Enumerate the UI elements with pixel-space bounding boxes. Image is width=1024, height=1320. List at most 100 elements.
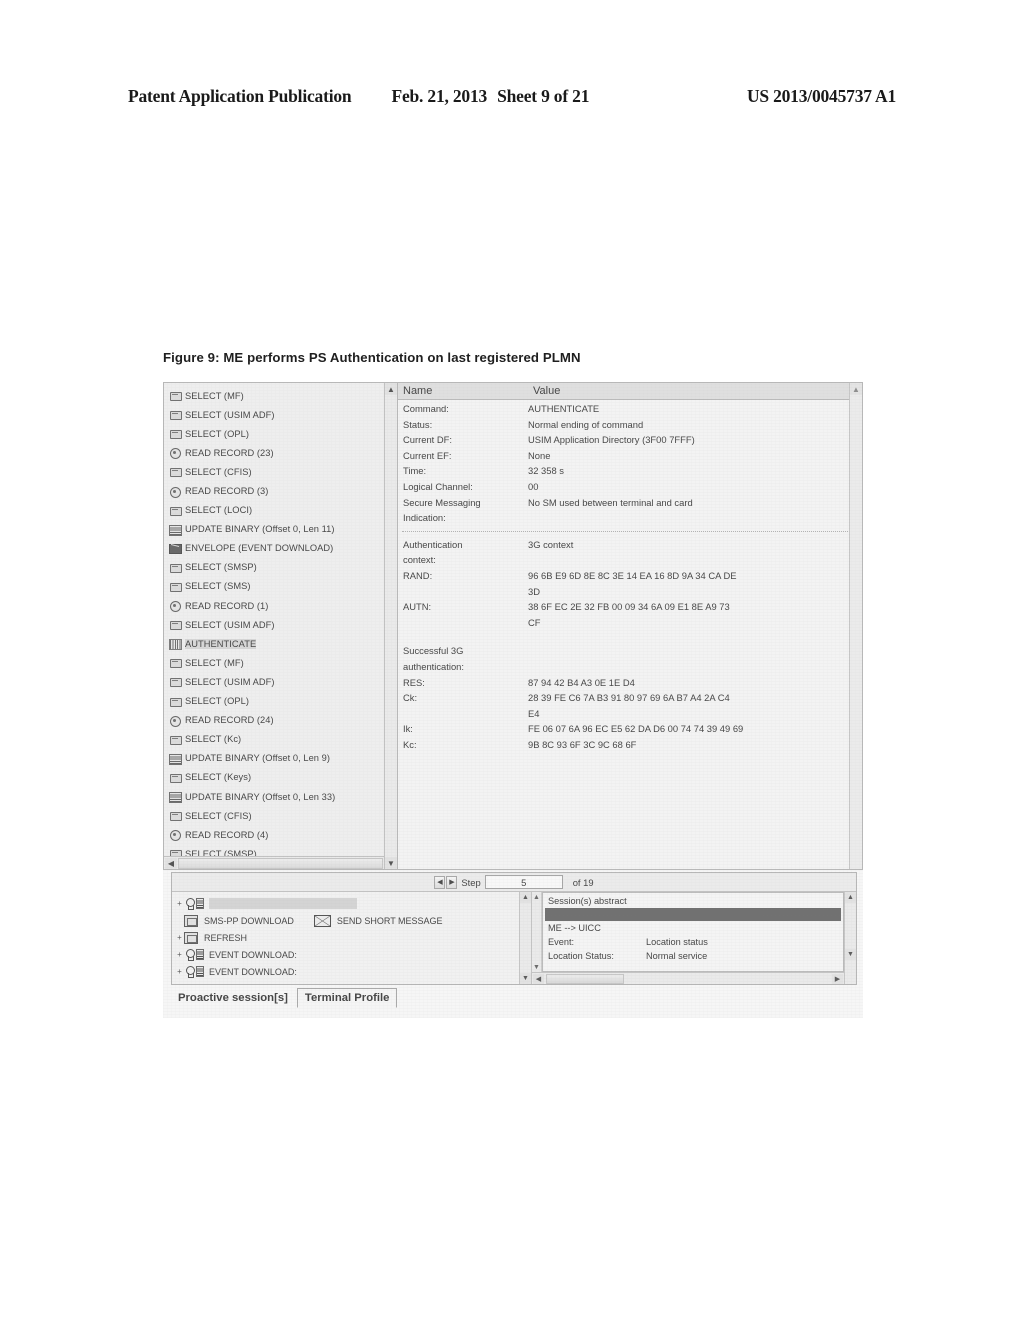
scroll-up-icon[interactable]: ▲ [385, 383, 397, 395]
detail-row-value: 9B 8C 93 6F 3C 9C 68 6F [528, 738, 637, 750]
apdu-list-item[interactable]: SELECT (USIM ADF) [166, 615, 397, 634]
select-icon [169, 581, 182, 592]
apdu-list-item-label: SELECT (CFIS) [185, 466, 252, 477]
tree-expander-icon[interactable]: + [175, 933, 184, 942]
session-scroll-right-icon[interactable]: ▶ [832, 973, 843, 984]
apdu-list-item[interactable]: SELECT (CFIS) [166, 806, 397, 825]
proactive-list-item[interactable]: + [175, 895, 531, 912]
detail-gap [398, 630, 862, 643]
session-row[interactable]: Event: Location status [543, 935, 843, 949]
detail-row[interactable]: Command: AUTHENTICATE [398, 401, 862, 417]
detail-row[interactable]: Status: Normal ending of command [398, 417, 862, 433]
apdu-list-item[interactable]: UPDATE BINARY (Offset 0, Len 11) [166, 520, 397, 539]
update-binary-icon [169, 753, 182, 765]
proactive-scroll-down-icon[interactable]: ▼ [520, 973, 531, 984]
proactive-scroll-up-icon[interactable]: ▲ [520, 892, 531, 903]
detail-row[interactable]: Logical Channel: 00 [398, 479, 862, 495]
proactive-vertical-scrollbar[interactable]: ▲ ▼ [519, 892, 531, 984]
session-left-scroll-edge[interactable]: ▲ ▼ [532, 892, 542, 984]
step-navigation-bar: ◀ ▶ Step 5 of 19 [172, 873, 856, 892]
apdu-list-item[interactable]: SELECT (LOCI) [166, 501, 397, 520]
apdu-list-item[interactable]: SELECT (MF) [166, 386, 397, 405]
step-input[interactable]: 5 [484, 875, 563, 889]
detail-row-name: RAND: [403, 569, 433, 581]
tab-terminal-profile[interactable]: Terminal Profile [296, 988, 398, 1008]
apdu-list-item[interactable]: READ RECORD (1) [166, 596, 397, 615]
detail-row-name: Status: [403, 418, 433, 430]
bottom-tab-strip[interactable]: Proactive session[s] Terminal Profile [171, 988, 399, 1008]
detail-row[interactable]: Ik: FE 06 07 6A 96 EC E5 62 DA D6 00 74 7… [398, 721, 862, 737]
tree-horizontal-scrollbar[interactable]: ◀ ▶ [164, 856, 397, 869]
detail-row[interactable]: AUTN: 38 6F EC 2E 32 FB 00 09 34 6A 09 E1… [398, 599, 862, 630]
scroll-left-icon[interactable]: ◀ [165, 857, 177, 869]
apdu-list-item[interactable]: SELECT (OPL) [166, 692, 397, 711]
proactive-list-item[interactable]: + EVENT DOWNLOAD: [175, 963, 531, 980]
proactive-selected-highlight [209, 898, 357, 909]
apdu-list-item[interactable]: SELECT (Keys) [166, 768, 397, 787]
apdu-list-item[interactable]: SELECT (SMSP) [166, 558, 397, 577]
session-vertical-scrollbar[interactable]: ▲ ▼ [844, 892, 856, 984]
proactive-list-item[interactable]: + EVENT DOWNLOAD: [175, 946, 531, 963]
apdu-list-item-label: SELECT (SMS) [185, 581, 251, 592]
detail-row[interactable]: Time: 32 358 s [398, 463, 862, 479]
tree-expander-icon[interactable]: + [175, 950, 184, 959]
apdu-list-item[interactable]: AUTHENTICATE [166, 634, 397, 653]
detail-row[interactable]: Authentication context: 3G context [398, 537, 862, 568]
detail-scroll-up-icon[interactable]: ▲ [850, 383, 862, 395]
detail-row[interactable]: Current EF: None [398, 448, 862, 464]
proactive-right-group[interactable]: SEND SHORT MESSAGE [313, 914, 443, 927]
apdu-command-list[interactable]: SELECT (MF) SELECT (USIM ADF) SELECT (OPL)… [164, 383, 397, 856]
detail-row[interactable]: RAND: 96 6B E9 6D 8E 8C 3E 14 EA 16 8D 9A… [398, 568, 862, 599]
detail-row[interactable]: Current DF: USIM Application Directory (3… [398, 432, 862, 448]
detail-separator [402, 530, 856, 532]
tree-expander-icon[interactable]: + [175, 899, 184, 908]
detail-vertical-scrollbar[interactable]: ▲ [849, 383, 862, 869]
apdu-list-item[interactable]: SELECT (SMS) [166, 577, 397, 596]
apdu-list-item[interactable]: ENVELOPE (EVENT DOWNLOAD) [166, 539, 397, 558]
detail-row[interactable]: RES: 87 94 42 B4 A3 0E 1E D4 [398, 675, 862, 691]
apdu-list-item[interactable]: SELECT (MF) [166, 653, 397, 672]
select-icon [169, 772, 182, 783]
session-scroll-down-icon[interactable]: ▼ [845, 949, 856, 960]
session-row[interactable]: Location Status: Normal service [543, 949, 843, 963]
scroll-down-icon[interactable]: ▼ [385, 857, 397, 869]
apdu-list-item[interactable]: SELECT (OPL) [166, 424, 397, 443]
tab-proactive-sessions[interactable]: Proactive session[s] [171, 988, 295, 1008]
apdu-list-item[interactable]: READ RECORD (24) [166, 711, 397, 730]
apdu-list-item[interactable]: SELECT (USIM ADF) [166, 405, 397, 424]
step-next-button[interactable]: ▶ [446, 875, 458, 889]
apdu-list-item[interactable]: READ RECORD (23) [166, 443, 397, 462]
detail-row[interactable]: Kc: 9B 8C 93 6F 3C 9C 68 6F [398, 737, 862, 753]
session-row[interactable]: ME --> UICC [543, 921, 843, 935]
scroll-thumb[interactable] [178, 857, 383, 869]
session-horizontal-scrollbar[interactable]: ◀ ▶ [532, 972, 844, 984]
proactive-session-list[interactable]: + SMS-PP DOWNLOAD SEND SHORT MESSAGE + REFRE… [175, 895, 531, 980]
proactive-list-item[interactable]: SMS-PP DOWNLOAD SEND SHORT MESSAGE [175, 912, 531, 929]
apdu-list-item[interactable]: READ RECORD (3) [166, 481, 397, 500]
apdu-list-item-label: SELECT (Kc) [185, 734, 242, 745]
apdu-command-tree-pane: SELECT (MF) SELECT (USIM ADF) SELECT (OPL)… [164, 383, 398, 869]
detail-row[interactable]: Successful 3G authentication: [398, 643, 862, 674]
session-scroll-up-icon[interactable]: ▲ [845, 892, 856, 903]
column-header-name[interactable]: Name [398, 385, 528, 397]
column-header-value[interactable]: Value [528, 385, 862, 397]
tree-expander-icon[interactable]: + [175, 967, 184, 976]
session-selected-row[interactable] [545, 908, 841, 921]
apdu-list-item[interactable]: SELECT (SMSP) [166, 844, 397, 856]
apdu-list-item[interactable]: READ RECORD (4) [166, 825, 397, 844]
session-scroll-thumb[interactable] [546, 973, 624, 984]
apdu-list-item[interactable]: SELECT (USIM ADF) [166, 672, 397, 691]
apdu-list-item[interactable]: SELECT (Kc) [166, 730, 397, 749]
step-prev-button[interactable]: ◀ [434, 875, 446, 889]
apdu-list-item[interactable]: UPDATE BINARY (Offset 0, Len 33) [166, 787, 397, 806]
detail-row-name: Logical Channel: [403, 480, 473, 492]
tree-vertical-scrollbar[interactable]: ▲ ▼ [384, 383, 397, 869]
apdu-list-item[interactable]: UPDATE BINARY (Offset 0, Len 9) [166, 749, 397, 768]
session-left-scroll-down-icon[interactable]: ▼ [532, 962, 541, 972]
detail-row[interactable]: Secure Messaging Indication: No SM used b… [398, 495, 862, 526]
apdu-list-item[interactable]: SELECT (CFIS) [166, 462, 397, 481]
detail-row[interactable]: Ck: 28 39 FE C6 7A B3 91 80 97 69 6A B7 A… [398, 690, 862, 721]
proactive-list-item[interactable]: + REFRESH [175, 929, 531, 946]
session-left-scroll-up-icon[interactable]: ▲ [532, 892, 541, 902]
session-scroll-left-icon[interactable]: ◀ [533, 973, 544, 984]
